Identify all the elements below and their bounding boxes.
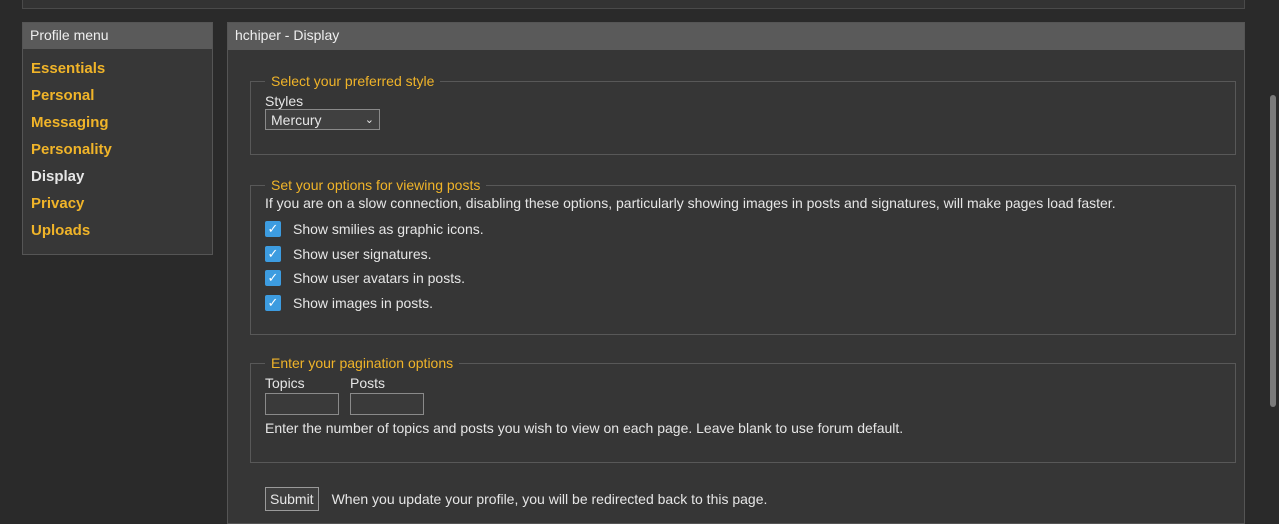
view-options-fieldset: Set your options for viewing posts If yo…: [250, 177, 1236, 335]
checkbox-images[interactable]: ✓: [265, 294, 281, 311]
profile-menu-list: Essentials Personal Messaging Personalit…: [23, 49, 212, 244]
sidebar-item-uploads[interactable]: Uploads: [23, 217, 212, 244]
page-scrollbar[interactable]: [1265, 0, 1279, 514]
sidebar-item-essentials[interactable]: Essentials: [23, 55, 212, 82]
display-panel: hchiper - Display Select your preferred …: [227, 22, 1245, 524]
topics-label: Topics: [265, 375, 305, 391]
chevron-down-icon: ⌄: [364, 114, 374, 126]
option-label: Show smilies as graphic icons.: [293, 221, 484, 238]
sidebar-item-display[interactable]: Display: [23, 163, 212, 190]
posts-input[interactable]: [350, 393, 424, 415]
check-icon: ✓: [267, 221, 279, 237]
sidebar-item-privacy[interactable]: Privacy: [23, 190, 212, 217]
pagination-fields: Topics Posts: [265, 375, 1221, 415]
top-panel-edge: [22, 0, 1245, 9]
submit-row: Submit When you update your profile, you…: [265, 487, 767, 511]
profile-menu-title: Profile menu: [23, 23, 212, 49]
submit-note: When you update your profile, you will b…: [331, 491, 768, 507]
scrollbar-thumb[interactable]: [1270, 95, 1276, 407]
check-icon: ✓: [267, 245, 279, 261]
topics-input[interactable]: [265, 393, 339, 415]
option-label: Show images in posts.: [293, 294, 434, 311]
option-label: Show user signatures.: [293, 245, 432, 262]
posts-field-group: Posts: [350, 375, 424, 415]
pagination-help: Enter the number of topics and posts you…: [265, 420, 904, 436]
sidebar-item-personal[interactable]: Personal: [23, 82, 212, 109]
pagination-legend: Enter your pagination options: [271, 355, 454, 371]
check-icon: ✓: [267, 270, 279, 286]
option-label: Show user avatars in posts.: [293, 270, 465, 287]
option-show-signatures: ✓ Show user signatures.: [265, 242, 1221, 267]
style-select-value: Mercury: [271, 111, 322, 128]
checkbox-smilies[interactable]: ✓: [265, 221, 281, 238]
checkbox-signatures[interactable]: ✓: [265, 245, 281, 262]
sidebar-item-personality[interactable]: Personality: [23, 136, 212, 163]
style-legend: Select your preferred style: [271, 73, 435, 89]
view-options-description: If you are on a slow connection, disabli…: [265, 195, 1116, 211]
styles-label: Styles: [265, 93, 304, 109]
submit-button[interactable]: Submit: [265, 487, 319, 511]
check-icon: ✓: [267, 294, 279, 310]
option-show-smilies: ✓ Show smilies as graphic icons.: [265, 217, 1221, 242]
option-show-images: ✓ Show images in posts.: [265, 291, 1221, 316]
profile-menu: Profile menu Essentials Personal Messagi…: [22, 22, 213, 255]
option-show-avatars: ✓ Show user avatars in posts.: [265, 266, 1221, 291]
pagination-fieldset: Enter your pagination options Topics Pos…: [250, 355, 1236, 463]
page-title: hchiper - Display: [228, 23, 1244, 50]
posts-label: Posts: [350, 375, 386, 391]
style-select[interactable]: Mercury ⌄: [265, 109, 380, 130]
sidebar-item-messaging[interactable]: Messaging: [23, 109, 212, 136]
view-options-legend: Set your options for viewing posts: [271, 177, 481, 193]
topics-field-group: Topics: [265, 375, 339, 415]
checkbox-avatars[interactable]: ✓: [265, 270, 281, 287]
style-fieldset: Select your preferred style Styles Mercu…: [250, 73, 1236, 155]
